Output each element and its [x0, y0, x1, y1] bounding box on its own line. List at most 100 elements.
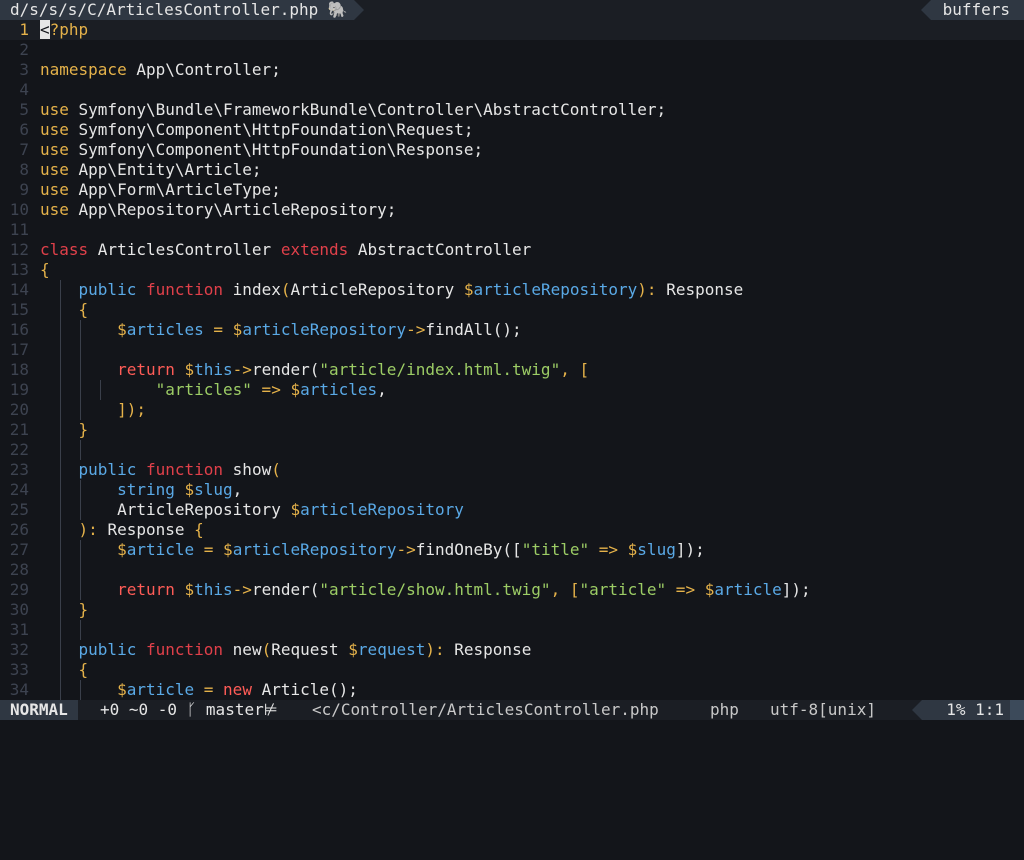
code-line[interactable]: 17: [0, 340, 1024, 360]
code-token: ):: [78, 520, 108, 539]
code-token: this: [194, 360, 233, 379]
code-line[interactable]: 27 $article = $articleRepository->findOn…: [0, 540, 1024, 560]
code-text: }: [40, 420, 89, 440]
file-encoding: utf-8[unix]: [770, 700, 876, 719]
code-line[interactable]: 6 use Symfony\Component\HttpFoundation\Re…: [0, 120, 1024, 140]
line-number: 2: [19, 40, 29, 59]
line-number: 7: [19, 140, 29, 159]
code-line[interactable]: 24 string $slug,: [0, 480, 1024, 500]
code-line[interactable]: 21 }: [0, 420, 1024, 440]
mode-indicator: NORMAL: [0, 700, 78, 720]
code-token: ,: [232, 480, 243, 499]
file-type: php: [710, 700, 739, 719]
code-line[interactable]: 3 namespace App\Controller;: [0, 60, 1024, 80]
code-line[interactable]: 18 return $this->render("article/index.h…: [0, 360, 1024, 380]
line-number: 14: [9, 280, 29, 299]
code-token: ):: [425, 640, 455, 659]
code-line[interactable]: 8 use App\Entity\Article;: [0, 160, 1024, 180]
code-token: function: [145, 460, 233, 479]
code-text: public function index(ArticleRepository …: [40, 280, 744, 300]
indent-guide: [80, 480, 81, 500]
code-token: articles: [300, 380, 378, 399]
code-line[interactable]: 5 use Symfony\Bundle\FrameworkBundle\Cont…: [0, 100, 1024, 120]
code-token: $: [348, 640, 358, 659]
code-line[interactable]: 30 }: [0, 600, 1024, 620]
code-line[interactable]: 22: [0, 440, 1024, 460]
code-line[interactable]: 26 ): Response {: [0, 520, 1024, 540]
code-token: $: [184, 580, 195, 599]
elephant-icon: 🐘: [327, 0, 348, 19]
code-line[interactable]: 28: [0, 560, 1024, 580]
code-text: use App\Form\ArticleType;: [40, 180, 281, 200]
code-token: ):: [637, 280, 667, 299]
code-line[interactable]: 31: [0, 620, 1024, 640]
code-token: {: [40, 260, 50, 279]
line-number: 25: [9, 500, 29, 519]
code-line[interactable]: 11: [0, 220, 1024, 240]
code-line[interactable]: 34 $article = new Article();: [0, 680, 1024, 700]
indent-guide: [80, 360, 81, 380]
code-token: show: [232, 460, 272, 479]
tab-active-file[interactable]: d/s/s/s/C/ArticlesController.php 🐘: [0, 0, 364, 20]
code-token: $: [290, 500, 301, 519]
code-line[interactable]: 1 <?php: [0, 20, 1024, 40]
code-token: AbstractController: [357, 240, 532, 259]
code-line[interactable]: 14 public function index(ArticleReposito…: [0, 280, 1024, 300]
code-line[interactable]: 20 ]);: [0, 400, 1024, 420]
code-line[interactable]: 7 use Symfony\Component\HttpFoundation\Re…: [0, 140, 1024, 160]
code-token: new: [232, 640, 262, 659]
code-token: public: [78, 640, 146, 659]
code-text: use App\Repository\ArticleRepository;: [40, 200, 396, 220]
indent-guide: [80, 540, 81, 560]
command-line[interactable]: [0, 720, 1024, 734]
code-line[interactable]: 15 {: [0, 300, 1024, 320]
code-token: ArticleRepository: [290, 280, 464, 299]
code-token: Symfony\Component\HttpFoundation\Request…: [78, 120, 474, 139]
code-token: $: [463, 280, 474, 299]
code-line[interactable]: 16 $articles = $articleRepository->findA…: [0, 320, 1024, 340]
line-number: 22: [9, 440, 29, 459]
code-line[interactable]: 29 return $this->render("article/show.ht…: [0, 580, 1024, 600]
indent-guide: [60, 320, 61, 340]
code-text: use Symfony\Bundle\FrameworkBundle\Contr…: [40, 100, 666, 120]
code-token: {: [194, 520, 204, 539]
code-text: <?php: [40, 20, 88, 40]
indent-guide: [60, 300, 61, 320]
code-line[interactable]: 2: [0, 40, 1024, 60]
code-line[interactable]: 13 {: [0, 260, 1024, 280]
line-number: 8: [19, 160, 29, 179]
code-token: articleRepository: [232, 540, 397, 559]
code-line[interactable]: 33 {: [0, 660, 1024, 680]
code-token: "article/show.html.twig": [319, 580, 551, 599]
line-number: 18: [9, 360, 29, 379]
indent-guide: [80, 400, 81, 420]
code-token: ->: [232, 580, 252, 599]
code-line[interactable]: 10 use App\Repository\ArticleRepository;: [0, 200, 1024, 220]
code-text: use App\Entity\Article;: [40, 160, 262, 180]
line-number: 16: [9, 320, 29, 339]
line-number: 21: [9, 420, 29, 439]
code-line[interactable]: 9 use App\Form\ArticleType;: [0, 180, 1024, 200]
code-token: ]);: [781, 580, 811, 599]
code-token: $: [627, 540, 638, 559]
git-status: +0 ~0 -0 ᚴ master⊭: [100, 700, 278, 719]
code-line[interactable]: 19 "articles" => $articles,: [0, 380, 1024, 400]
code-token: ArticleRepository: [117, 500, 291, 519]
line-number: 32: [9, 640, 29, 659]
code-token: $: [184, 360, 195, 379]
code-line[interactable]: 25 ArticleRepository $articleRepository: [0, 500, 1024, 520]
indent-guide: [60, 480, 61, 500]
code-line[interactable]: 23 public function show(: [0, 460, 1024, 480]
code-text: $article = $articleRepository->findOneBy…: [40, 540, 705, 560]
buffers-label[interactable]: buffers: [920, 0, 1024, 20]
code-text: use Symfony\Component\HttpFoundation\Res…: [40, 140, 483, 160]
indent-guide: [80, 440, 81, 460]
code-line[interactable]: 32 public function new(Request $request)…: [0, 640, 1024, 660]
indent-guide: [80, 580, 81, 600]
editor-pane[interactable]: 1 <?php 2 3 namespace App\Controller; 4 5 use S…: [0, 20, 1024, 700]
code-text: $article = new Article();: [40, 680, 358, 700]
code-text: namespace App\Controller;: [40, 60, 281, 80]
code-line[interactable]: 4: [0, 80, 1024, 100]
code-line[interactable]: 12 class ArticlesController extends Abstr…: [0, 240, 1024, 260]
indent-guide: [100, 380, 101, 400]
